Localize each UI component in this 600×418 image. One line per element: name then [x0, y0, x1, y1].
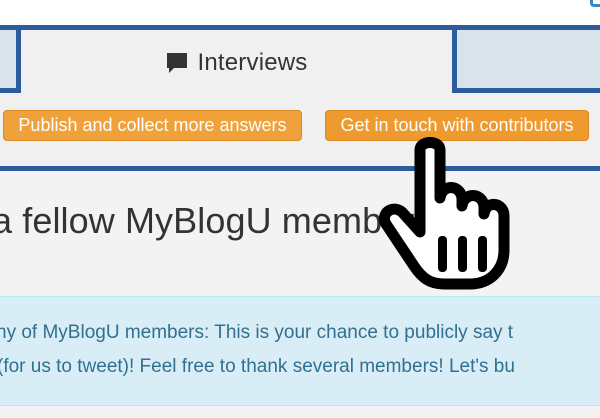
publish-button[interactable]: Publish and collect more answers	[3, 110, 302, 141]
tab-next[interactable]	[452, 30, 600, 93]
tab-previous[interactable]	[0, 30, 21, 93]
tabs-bar: Interviews	[0, 25, 600, 171]
tab-interviews[interactable]: Interviews	[21, 30, 452, 96]
tabs-bottom-border	[0, 166, 600, 171]
top-bar	[0, 0, 600, 25]
tab-interviews-label: Interviews	[197, 49, 308, 76]
info-alert: ny of MyBlogU members: This is your chan…	[0, 296, 600, 406]
page-bottom	[0, 406, 600, 418]
page-heading: a fellow MyBlogU members	[0, 200, 433, 241]
page: Interviews Publish and collect more answ…	[0, 0, 600, 418]
partial-glyph	[590, 0, 600, 7]
contact-contributors-button[interactable]: Get in touch with contributors	[325, 110, 589, 141]
chat-bubble-icon	[167, 53, 188, 73]
info-line-2: (for us to tweet)! Feel free to thank se…	[0, 356, 515, 377]
info-line-1: ny of MyBlogU members: This is your chan…	[0, 322, 514, 343]
